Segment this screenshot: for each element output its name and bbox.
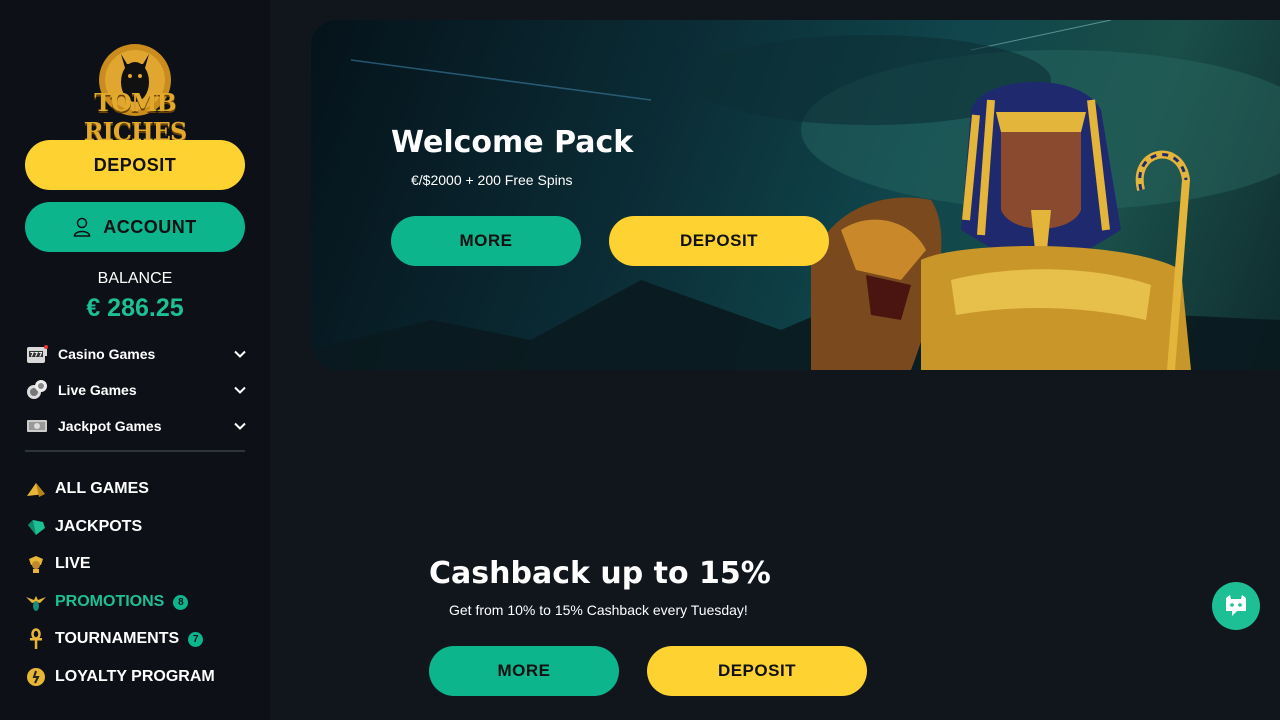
balance-label: BALANCE bbox=[97, 270, 173, 287]
promo-more-label: MORE bbox=[497, 661, 551, 680]
category-jackpot-games[interactable]: Jackpot Games bbox=[25, 412, 247, 440]
nav-jackpots[interactable]: JACKPOTS bbox=[25, 514, 142, 540]
promotions-count-badge: 8 bbox=[173, 594, 189, 610]
welcome-banner: Welcome Pack €/$2000 + 200 Free Spins MO… bbox=[311, 20, 1280, 370]
nav-tournaments[interactable]: TOURNAMENTS 7 bbox=[25, 626, 204, 652]
banner-deposit-label: DEPOSIT bbox=[679, 231, 759, 250]
nav-label: TOURNAMENTS bbox=[55, 630, 180, 647]
banner-more-button[interactable]: MORE bbox=[391, 216, 581, 266]
category-label: Live Games bbox=[58, 382, 137, 398]
banner-title: Welcome Pack bbox=[391, 125, 634, 160]
user-icon bbox=[73, 217, 91, 237]
live-chat-button[interactable] bbox=[1212, 582, 1260, 630]
sidebar: TOMB RICHES DEPOSIT ACCOUNT BALANCE € 28… bbox=[0, 0, 270, 720]
gem-icon bbox=[25, 516, 47, 538]
dealer-icon bbox=[25, 553, 47, 575]
chevron-down-icon[interactable] bbox=[233, 347, 247, 361]
nav-all-games[interactable]: ALL GAMES bbox=[25, 476, 149, 502]
chevron-down-icon[interactable] bbox=[233, 383, 247, 397]
category-casino-games[interactable]: 777 Casino Games bbox=[25, 340, 247, 368]
category-live-games[interactable]: Live Games bbox=[25, 376, 247, 404]
account-button[interactable]: ACCOUNT bbox=[25, 202, 245, 252]
chevron-down-icon[interactable] bbox=[233, 419, 247, 433]
pyramid-icon bbox=[25, 478, 47, 500]
svg-text:777: 777 bbox=[30, 352, 43, 359]
promo-deposit-button[interactable]: DEPOSIT bbox=[647, 646, 867, 696]
scarab-icon bbox=[25, 591, 47, 613]
brand-name: TOMB RICHES bbox=[83, 88, 188, 146]
ankh-icon bbox=[25, 628, 47, 650]
pharaoh-artwork bbox=[311, 20, 1280, 370]
banner-more-label: MORE bbox=[459, 231, 513, 250]
brand-logo[interactable]: TOMB RICHES bbox=[55, 40, 215, 146]
promo-deposit-label: DEPOSIT bbox=[717, 661, 797, 680]
medal-icon bbox=[25, 666, 47, 688]
banner-deposit-button[interactable]: DEPOSIT bbox=[609, 216, 829, 266]
nav-label: JACKPOTS bbox=[55, 518, 143, 535]
promo-more-button[interactable]: MORE bbox=[429, 646, 619, 696]
tournaments-count-badge: 7 bbox=[188, 631, 204, 647]
promo-subtitle: Get from 10% to 15% Cashback every Tuesd… bbox=[449, 602, 748, 618]
nav-label: ALL GAMES bbox=[55, 480, 149, 497]
nav-label: PROMOTIONS bbox=[55, 593, 165, 610]
slot-machine-icon: 777 bbox=[25, 342, 49, 366]
sidebar-deposit-label: DEPOSIT bbox=[93, 154, 177, 175]
nav-promotions[interactable]: PROMOTIONS 8 bbox=[25, 589, 189, 615]
promo-title: Cashback up to 15% bbox=[429, 556, 771, 591]
money-stack-icon bbox=[25, 414, 49, 438]
sidebar-deposit-button[interactable]: DEPOSIT bbox=[25, 140, 245, 190]
sidebar-divider bbox=[25, 450, 245, 452]
category-label: Casino Games bbox=[58, 346, 156, 362]
chat-bot-icon bbox=[1226, 595, 1246, 616]
nav-label: LIVE bbox=[55, 555, 91, 572]
banner-subtitle: €/$2000 + 200 Free Spins bbox=[411, 172, 573, 188]
category-label: Jackpot Games bbox=[58, 418, 162, 434]
nav-loyalty-program[interactable]: LOYALTY PROGRAM bbox=[25, 664, 215, 690]
nav-live[interactable]: LIVE bbox=[25, 551, 91, 577]
balance-value: € 286.25 bbox=[86, 294, 184, 322]
account-label: ACCOUNT bbox=[103, 216, 197, 237]
nav-label: LOYALTY PROGRAM bbox=[55, 668, 215, 685]
chips-icon bbox=[25, 378, 49, 402]
